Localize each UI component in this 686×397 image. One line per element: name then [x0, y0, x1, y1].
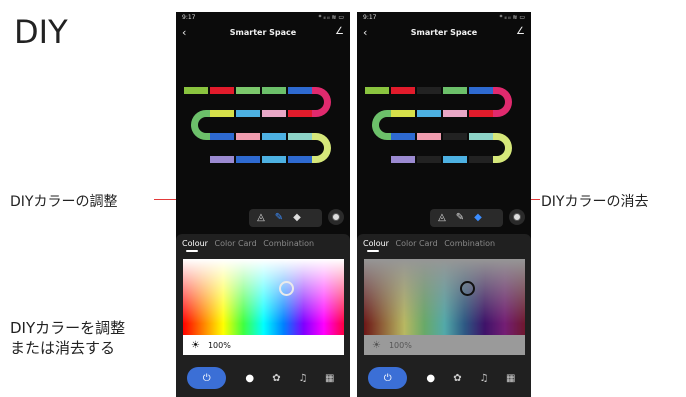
status-icons: * ᵢₗ ᵢₗ ≋ ▭ — [499, 14, 525, 21]
brightness-slider[interactable]: ☀ 100% — [183, 335, 344, 355]
status-bar: 9:17 * ᵢₗ ᵢₗ ≋ ▭ — [182, 14, 344, 24]
led-strip-canvas[interactable] — [176, 76, 350, 186]
edit-icon[interactable]: ∠ — [335, 26, 344, 37]
status-time: 9:17 — [363, 14, 377, 21]
grid-icon[interactable]: ▦ — [316, 373, 343, 384]
tab-combination[interactable]: Combination — [263, 239, 314, 248]
color-wheel-picker[interactable] — [364, 259, 525, 335]
app-header: ‹ Smarter Space ∠ — [357, 26, 531, 42]
music-icon[interactable]: ♫ — [471, 373, 498, 384]
tab-bar: Colour Color Card Combination — [363, 239, 499, 248]
tab-color-card[interactable]: Color Card — [215, 239, 257, 248]
sun-icon: ☀ — [191, 339, 200, 351]
eraser-icon[interactable]: ◆ — [470, 210, 486, 226]
pen-icon[interactable]: ✎ — [271, 210, 287, 226]
tab-color-card[interactable]: Color Card — [396, 239, 438, 248]
bottom-label-2: または消去する — [10, 339, 116, 357]
bottom-bar: ⏻ ● ✿ ♫ ▦ — [364, 367, 524, 389]
brightness-value: 100% — [207, 340, 231, 350]
bulb-icon[interactable]: ● — [236, 373, 263, 384]
tab-colour[interactable]: Colour — [363, 239, 389, 248]
brightness-slider[interactable]: ☀ 100% — [364, 335, 525, 355]
led-strip-canvas[interactable] — [357, 76, 531, 186]
edit-icon[interactable]: ∠ — [516, 26, 525, 37]
status-bar: 9:17 * ᵢₗ ᵢₗ ≋ ▭ — [363, 14, 525, 24]
tab-indicator — [186, 250, 198, 252]
led-row-4 — [391, 156, 493, 163]
tab-indicator — [367, 250, 379, 252]
led-row-4 — [210, 156, 312, 163]
control-panel: Colour Color Card Combination ☀ 100% ⏻ ●… — [357, 234, 531, 397]
sun-icon: ☀ — [372, 339, 381, 351]
erase-label: DIYカラーの消去 — [541, 194, 649, 210]
tab-bar: Colour Color Card Combination — [182, 239, 318, 248]
bottom-label-1: DIYカラーを調整 — [10, 319, 126, 337]
control-panel: Colour Color Card Combination ☀ 100% ⏻ ●… — [176, 234, 350, 397]
bulb-icon[interactable]: ● — [417, 373, 444, 384]
adjust-label: DIYカラーの調整 — [10, 194, 118, 210]
app-header: ‹ Smarter Space ∠ — [176, 26, 350, 42]
page-heading: DIY — [14, 13, 68, 51]
eraser-icon[interactable]: ◆ — [289, 210, 305, 226]
color-picker-knob[interactable] — [279, 281, 294, 296]
palette-icon[interactable]: ✿ — [444, 373, 471, 384]
color-wheel-picker[interactable] — [183, 259, 344, 335]
power-button[interactable]: ⏻ — [368, 367, 408, 389]
app-title: Smarter Space — [410, 28, 478, 37]
picker-icon[interactable] — [509, 209, 525, 225]
brightness-value: 100% — [388, 340, 412, 350]
power-button[interactable]: ⏻ — [187, 367, 227, 389]
phone-screen-left: 9:17 * ᵢₗ ᵢₗ ≋ ▭ ‹ Smarter Space ∠ ◬ ✎ ◆… — [176, 12, 350, 397]
pen-icon[interactable]: ✎ — [452, 210, 468, 226]
tab-combination[interactable]: Combination — [444, 239, 495, 248]
status-icons: * ᵢₗ ᵢₗ ≋ ▭ — [318, 14, 344, 21]
status-time: 9:17 — [182, 14, 196, 21]
palette-icon[interactable]: ✿ — [263, 373, 290, 384]
picker-icon[interactable] — [328, 209, 344, 225]
phone-screen-right: 9:17 * ᵢₗ ᵢₗ ≋ ▭ ‹ Smarter Space ∠ ◬ ✎ ◆… — [357, 12, 531, 397]
drawing-toolbar: ◬ ✎ ◆ — [249, 209, 322, 227]
tab-colour[interactable]: Colour — [182, 239, 208, 248]
music-icon[interactable]: ♫ — [290, 373, 317, 384]
bottom-bar: ⏻ ● ✿ ♫ ▦ — [183, 367, 343, 389]
grid-icon[interactable]: ▦ — [497, 373, 524, 384]
bucket-icon[interactable]: ◬ — [253, 210, 269, 226]
bucket-icon[interactable]: ◬ — [434, 210, 450, 226]
color-picker-knob[interactable] — [460, 281, 475, 296]
drawing-toolbar: ◬ ✎ ◆ — [430, 209, 503, 227]
app-title: Smarter Space — [229, 28, 297, 37]
